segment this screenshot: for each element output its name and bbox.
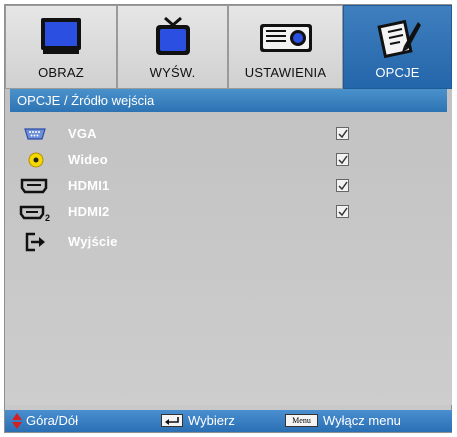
notepad-icon bbox=[374, 16, 422, 63]
monitor-icon bbox=[39, 16, 83, 61]
menu-key-icon: Menu bbox=[285, 414, 318, 427]
tab-bar: OBRAZ WYŚW. USTAWIENIA OPCJE bbox=[5, 5, 452, 89]
up-down-arrow-icon bbox=[11, 412, 23, 437]
list-item-hdmi1[interactable]: HDMI1 bbox=[5, 175, 452, 197]
footer-hint-bar: Góra/Dół Wybierz Menu Wyłącz menu bbox=[5, 410, 452, 432]
tab-label: OBRAZ bbox=[38, 65, 84, 80]
hint-exit-label: Wyłącz menu bbox=[323, 413, 401, 428]
hint-exit-menu: Menu Wyłącz menu bbox=[285, 410, 450, 432]
tab-obraz[interactable]: OBRAZ bbox=[5, 5, 117, 89]
tab-wysw[interactable]: WYŚW. bbox=[117, 5, 228, 89]
list-item-wideo[interactable]: Wideo bbox=[5, 149, 452, 171]
item-label: VGA bbox=[68, 126, 97, 141]
hdmi2-icon: 2 bbox=[19, 201, 50, 223]
hdmi-icon bbox=[19, 175, 49, 197]
projector-icon bbox=[258, 16, 314, 61]
tab-label: WYŚW. bbox=[149, 65, 196, 80]
tab-label: OPCJE bbox=[375, 65, 420, 80]
hint-navigate: Góra/Dół bbox=[9, 410, 129, 432]
options-panel: OPCJE / Źródło wejścia VGA Wideo HDMI1 2… bbox=[5, 89, 452, 405]
list-item-wyjscie[interactable]: Wyjście bbox=[5, 231, 452, 253]
video-rca-icon bbox=[19, 149, 49, 171]
svg-text:2: 2 bbox=[45, 213, 50, 223]
panel-title: OPCJE / Źródło wejścia bbox=[10, 89, 447, 112]
item-label: HDMI1 bbox=[68, 178, 110, 193]
hint-select-label: Wybierz bbox=[188, 413, 235, 428]
item-label: HDMI2 bbox=[68, 204, 110, 219]
tv-icon bbox=[151, 16, 195, 65]
hint-select: Wybierz bbox=[161, 410, 271, 432]
tab-opcje[interactable]: OPCJE bbox=[343, 5, 452, 89]
vga-checkbox[interactable] bbox=[336, 127, 349, 140]
item-label: Wideo bbox=[68, 152, 108, 167]
tab-ustawienia[interactable]: USTAWIENIA bbox=[228, 5, 343, 89]
tab-label: USTAWIENIA bbox=[244, 65, 327, 80]
vga-port-icon bbox=[19, 123, 49, 145]
exit-icon bbox=[19, 231, 49, 253]
hdmi1-checkbox[interactable] bbox=[336, 179, 349, 192]
list-item-vga[interactable]: VGA bbox=[5, 123, 452, 145]
hdmi2-checkbox[interactable] bbox=[336, 205, 349, 218]
enter-key-icon bbox=[161, 414, 183, 427]
item-label: Wyjście bbox=[68, 234, 118, 249]
list-item-hdmi2[interactable]: 2 HDMI2 bbox=[5, 201, 452, 223]
hint-navigate-label: Góra/Dół bbox=[26, 413, 79, 428]
wideo-checkbox[interactable] bbox=[336, 153, 349, 166]
